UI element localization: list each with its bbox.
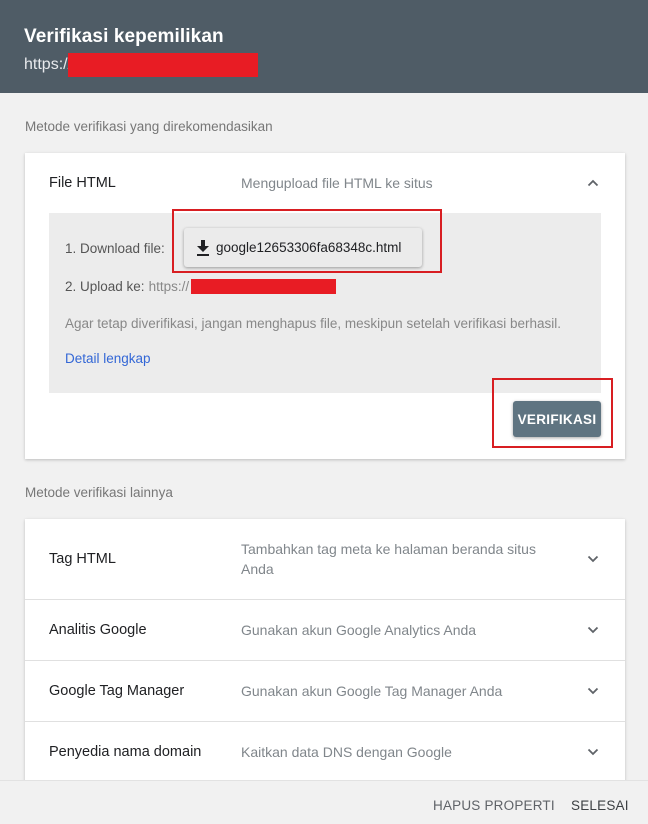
step1-label: 1. Download file: bbox=[65, 241, 165, 256]
verification-warning: Agar tetap diverifikasi, jangan menghapu… bbox=[65, 316, 562, 331]
chevron-down-icon[interactable] bbox=[587, 746, 599, 758]
method-description: Gunakan akun Google Analytics Anda bbox=[241, 622, 477, 638]
method-row-google-tag-manager[interactable]: Google Tag Manager Gunakan akun Google T… bbox=[25, 661, 625, 721]
chevron-down-icon[interactable] bbox=[587, 685, 599, 697]
redacted-upload-url bbox=[191, 279, 337, 294]
method-description: Kaitkan data DNS dengan Google bbox=[241, 744, 452, 760]
highlight-box-verify bbox=[492, 378, 613, 448]
recommended-section-label: Metode verifikasi yang direkomendasikan bbox=[25, 119, 273, 134]
done-button[interactable]: SELESAI bbox=[571, 798, 629, 813]
step2-row: 2. Upload ke: https:// bbox=[65, 279, 337, 294]
method-description: Mengupload file HTML ke situs bbox=[241, 175, 433, 191]
method-title: Analitis Google bbox=[49, 622, 147, 638]
method-title: Google Tag Manager bbox=[49, 683, 185, 699]
chevron-down-icon[interactable] bbox=[587, 553, 599, 565]
property-url-prefix: https:// bbox=[24, 56, 73, 73]
method-row-analitis-google[interactable]: Analitis Google Gunakan akun Google Anal… bbox=[25, 600, 625, 660]
method-description: Tambahkan tag meta ke halaman beranda si… bbox=[241, 541, 536, 577]
property-url: https:// bbox=[24, 53, 648, 77]
chevron-up-icon[interactable] bbox=[587, 177, 599, 189]
dialog-title: Verifikasi kepemilikan bbox=[24, 26, 224, 47]
method-row-tag-html[interactable]: Tag HTML Tambahkan tag meta ke halaman b… bbox=[25, 519, 625, 599]
delete-property-button[interactable]: HAPUS PROPERTI bbox=[433, 798, 555, 813]
method-title: File HTML bbox=[49, 175, 116, 191]
highlight-box-download bbox=[172, 209, 442, 273]
redacted-url bbox=[68, 53, 259, 77]
chevron-down-icon[interactable] bbox=[587, 624, 599, 636]
method-header-file-html[interactable]: File HTML Mengupload file HTML ke situs bbox=[25, 153, 625, 213]
dialog-header: Verifikasi kepemilikan https:// bbox=[0, 0, 648, 93]
method-title: Penyedia nama domain bbox=[49, 744, 202, 760]
step2-label: 2. Upload ke: bbox=[65, 279, 145, 294]
other-section-label: Metode verifikasi lainnya bbox=[25, 485, 173, 500]
step2-url-prefix: https:// bbox=[148, 279, 190, 294]
method-title: Tag HTML bbox=[49, 551, 116, 567]
method-row-penyedia-nama-domain[interactable]: Penyedia nama domain Kaitkan data DNS de… bbox=[25, 722, 625, 782]
dialog-footer: HAPUS PROPERTI SELESAI bbox=[0, 780, 648, 824]
method-description: Gunakan akun Google Tag Manager Anda bbox=[241, 683, 503, 699]
detail-link[interactable]: Detail lengkap bbox=[65, 351, 151, 366]
other-methods-card: Tag HTML Tambahkan tag meta ke halaman b… bbox=[25, 519, 625, 789]
